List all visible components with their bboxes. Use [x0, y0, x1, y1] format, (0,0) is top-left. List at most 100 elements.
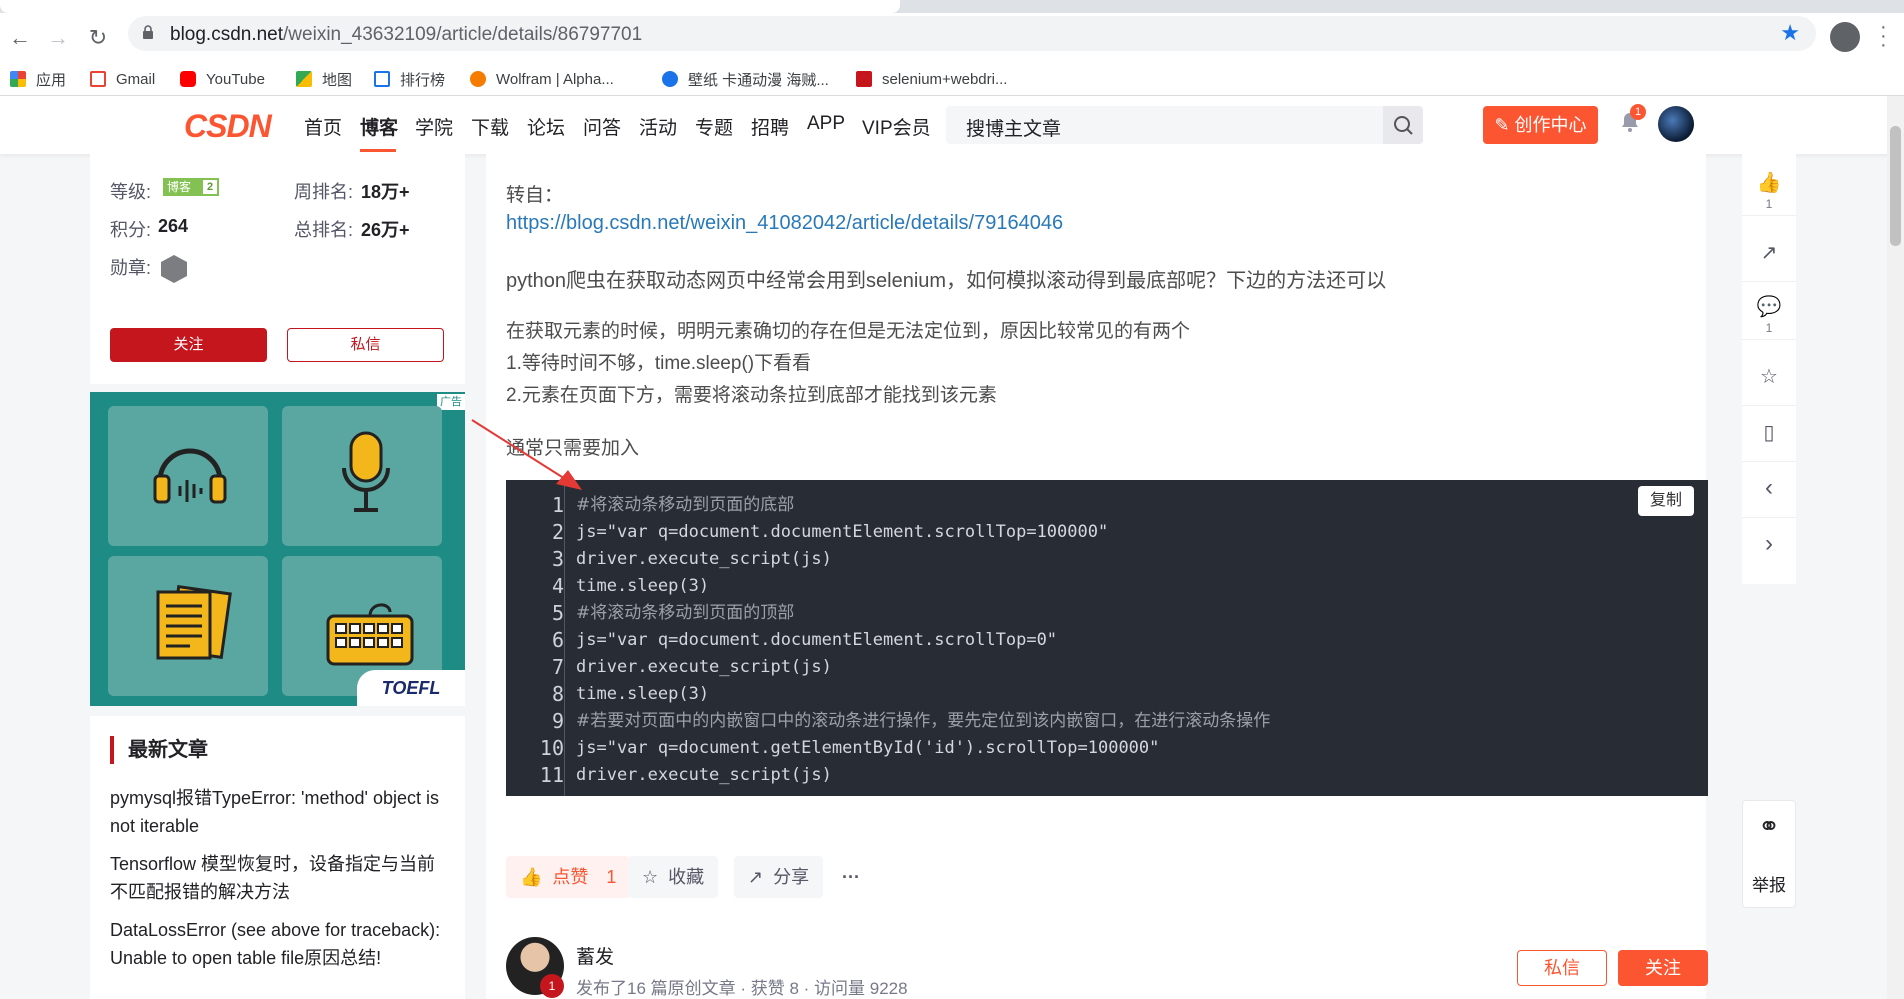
page-scrollbar[interactable]	[1887, 96, 1904, 999]
author-message-button[interactable]: 私信	[1517, 950, 1607, 986]
toolbar-mobile[interactable]: ▯	[1742, 406, 1796, 462]
create-center-button[interactable]: ✎ 创作中心	[1483, 106, 1598, 144]
article-paragraph: 1.等待时间不够，time.sleep()下看看	[506, 353, 812, 374]
code-line: #若要对页面中的内嵌窗口中的滚动条进行操作，要先定位到该内嵌窗口，在进行滚动条操…	[576, 711, 1271, 731]
profile-icon[interactable]	[1830, 22, 1860, 52]
bookmark-star-icon[interactable]: ★	[1780, 20, 1800, 46]
author-follow-button[interactable]: 关注	[1618, 950, 1708, 986]
thumbs-up-icon: 👍	[520, 867, 543, 887]
menu-icon[interactable]: · · ·	[1880, 17, 1888, 55]
line-number: 10	[539, 736, 564, 760]
bookmark-youtube[interactable]: YouTube	[180, 69, 265, 89]
maps-icon	[296, 71, 312, 87]
gmail-icon	[90, 71, 106, 87]
star-icon: ☆	[642, 867, 659, 887]
nav-download[interactable]: 下载	[471, 113, 509, 140]
nav-vip[interactable]: VIP会员	[862, 113, 931, 140]
reload-icon[interactable]: ↻	[84, 24, 112, 52]
headset-support-icon: ⚭	[1758, 811, 1780, 841]
red-arrow-annotation	[471, 419, 582, 490]
nav-forum[interactable]: 论坛	[527, 113, 565, 140]
user-avatar[interactable]	[1658, 106, 1694, 142]
more-button[interactable]: ···	[828, 856, 874, 898]
help-widget[interactable]: ⚭ 举报	[1742, 800, 1796, 908]
code-block: 1 2 3 4 5 6 7 8 9 10 11 #将滚动条移动到页面的底部 js="var q=doc…	[506, 480, 1708, 796]
message-button[interactable]: 私信	[287, 328, 444, 362]
code-line: js="var q=document.documentElement.scrol…	[576, 522, 1109, 542]
follow-button[interactable]: 关注	[110, 328, 267, 362]
bookmark-selenium[interactable]: selenium+webdri...	[856, 69, 1007, 89]
code-line: time.sleep(3)	[576, 576, 710, 596]
thumbs-up-icon: 👍	[1756, 172, 1782, 194]
nav-jobs[interactable]: 招聘	[751, 113, 789, 140]
recent-post-link[interactable]: pymysql报错TypeError: 'method' object is n…	[110, 784, 450, 840]
share-icon: ↗	[748, 867, 764, 887]
bookmark-wallpaper[interactable]: 壁纸 卡通动漫 海贼...	[662, 69, 829, 89]
search-button[interactable]	[1383, 106, 1423, 144]
headset-icon	[153, 448, 227, 504]
bookmark-maps[interactable]: 地图	[296, 69, 352, 89]
ad-banner[interactable]: 广告 TOEFL	[90, 392, 465, 706]
ranking-icon	[374, 71, 390, 87]
nav-academy[interactable]: 学院	[415, 113, 453, 140]
author-year-badge: 1	[540, 974, 564, 998]
recent-post-link[interactable]: DataLossError (see above for traceback):…	[110, 916, 450, 972]
article-paragraph: python爬虫在获取动态网页中经常会用到selenium，如何模拟滚动得到最底…	[506, 270, 1387, 292]
copy-button[interactable]: 复制	[1638, 486, 1694, 516]
code-line: js="var q=document.getElementById('id').…	[576, 738, 1160, 758]
csdn-logo[interactable]: CSDN	[184, 108, 272, 145]
nav-events[interactable]: 活动	[639, 113, 677, 140]
toolbar-comment[interactable]: 💬 1	[1742, 284, 1796, 340]
wolfram-icon	[470, 71, 486, 87]
like-button[interactable]: 👍 点赞 1	[506, 856, 631, 898]
nav-app[interactable]: APP	[807, 113, 845, 135]
source-link[interactable]: https://blog.csdn.net/weixin_41082042/ar…	[506, 212, 1063, 235]
microphone-icon	[342, 431, 390, 512]
line-number: 5	[551, 601, 564, 625]
back-icon[interactable]: ←	[6, 24, 34, 52]
address-bar[interactable]: blog.csdn.net/weixin_43632109/article/de…	[128, 16, 1816, 51]
code-line: time.sleep(3)	[576, 684, 710, 704]
url-text: blog.csdn.net/weixin_43632109/article/de…	[170, 24, 643, 45]
line-number: 11	[539, 763, 564, 787]
notification-badge: 1	[1630, 104, 1646, 120]
medal-label: 勋章:	[110, 258, 152, 278]
forward-icon[interactable]: →	[44, 24, 72, 52]
code-line: driver.execute_script(js)	[576, 765, 832, 785]
nav-qa[interactable]: 问答	[583, 113, 621, 140]
right-toolbar: 👍 1 ↗ 💬 1 ☆ ▯ ‹ ›	[1742, 154, 1796, 584]
report-link[interactable]: 举报	[1743, 871, 1795, 896]
toolbar-collect[interactable]: ☆	[1742, 350, 1796, 406]
toolbar-next[interactable]: ›	[1742, 518, 1796, 574]
toolbar-like[interactable]: 👍 1	[1742, 160, 1796, 216]
bookmark-apps[interactable]: 应用	[10, 69, 66, 89]
search-input[interactable]: 搜博主文章	[946, 106, 1383, 144]
keyboard-icon	[326, 603, 414, 666]
bookmark-ranking[interactable]: 排行榜	[374, 69, 445, 89]
gutter-divider	[564, 480, 565, 796]
nav-home[interactable]: 首页	[304, 113, 342, 140]
bookmark-wolfram[interactable]: Wolfram | Alpha...	[470, 69, 614, 89]
scrollbar-thumb[interactable]	[1890, 126, 1901, 246]
toolbar-prev[interactable]: ‹	[1742, 462, 1796, 518]
code-line: js="var q=document.documentElement.scrol…	[576, 630, 1058, 650]
code-lines: #将滚动条移动到页面的底部 js="var q=document.document…	[576, 492, 1270, 789]
code-line: #将滚动条移动到页面的顶部	[576, 603, 795, 623]
active-tab[interactable]	[0, 0, 900, 13]
points-label: 积分:	[110, 220, 152, 240]
nav-topics[interactable]: 专题	[695, 113, 733, 140]
phone-icon: ▯	[1763, 422, 1775, 444]
collect-button[interactable]: ☆ 收藏	[628, 856, 719, 898]
share-button[interactable]: ↗ 分享	[734, 856, 824, 898]
star-icon: ☆	[1760, 366, 1778, 388]
nav-blog[interactable]: 博客	[360, 113, 398, 140]
chevron-right-icon: ›	[1765, 530, 1773, 557]
line-number: 3	[551, 547, 564, 571]
weekly-rank-value: 18万+	[361, 182, 410, 202]
code-line: driver.execute_script(js)	[576, 657, 832, 677]
recent-post-link[interactable]: Tensorflow 模型恢复时，设备指定与当前不匹配报错的解决方法	[110, 850, 450, 906]
bookmark-gmail[interactable]: Gmail	[90, 69, 155, 89]
apps-grid-icon	[10, 71, 26, 87]
author-name[interactable]: 蓄发	[576, 942, 614, 969]
toolbar-share[interactable]: ↗	[1742, 226, 1796, 282]
